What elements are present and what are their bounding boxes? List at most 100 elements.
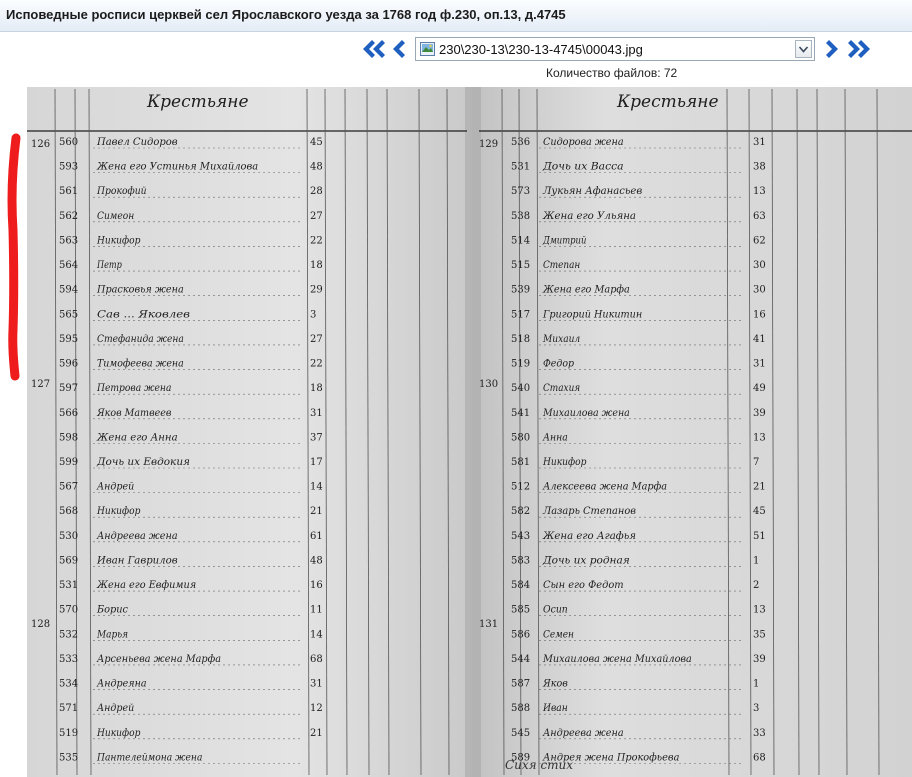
- age-entry: 12: [310, 703, 323, 714]
- age-entry: 37: [310, 432, 323, 443]
- name-entry: Андреяна: [96, 679, 147, 690]
- age-entry: 39: [753, 408, 766, 419]
- age-entry: 48: [310, 162, 323, 173]
- name-entry: Анна: [542, 432, 568, 443]
- name-entry: Прасковья жена: [96, 285, 184, 296]
- name-entry: Петрова жена: [96, 383, 171, 394]
- row-number: 596: [59, 359, 78, 370]
- row-number: 532: [59, 629, 78, 640]
- row-number: 512: [511, 482, 530, 493]
- age-entry: 27: [310, 334, 323, 345]
- name-entry: Федор: [543, 359, 575, 370]
- age-entry: 38: [753, 162, 766, 173]
- name-entry: Михаилова жена Михайлова: [542, 654, 692, 665]
- name-entry: Жена его Устинья Михайлова: [96, 162, 258, 173]
- age-entry: 68: [310, 654, 323, 665]
- row-number: 586: [511, 629, 530, 640]
- age-entry: 17: [310, 457, 323, 468]
- age-entry: 39: [753, 654, 766, 665]
- row-number: 543: [511, 531, 530, 542]
- name-entry: Стахия: [543, 383, 580, 394]
- row-number: 584: [511, 580, 530, 591]
- age-entry: 29: [310, 285, 323, 296]
- row-number: 545: [511, 728, 530, 739]
- age-entry: 2: [753, 580, 759, 591]
- name-entry: Никифор: [96, 506, 141, 517]
- age-entry: 41: [753, 334, 766, 345]
- row-number: 571: [59, 703, 78, 714]
- name-entry: Борис: [96, 605, 128, 616]
- row-number: 583: [511, 555, 530, 566]
- name-entry: Жена его Марфа: [542, 285, 630, 296]
- name-entry: Степан: [543, 260, 580, 271]
- row-number: 534: [59, 679, 78, 690]
- dropdown-toggle[interactable]: [795, 40, 812, 58]
- row-number: 597: [59, 383, 78, 394]
- row-number: 515: [511, 260, 530, 271]
- name-entry: Яков Матвеев: [96, 408, 172, 419]
- row-number: 538: [511, 211, 530, 222]
- age-entry: 11: [310, 605, 323, 616]
- name-entry: Никифор: [542, 457, 587, 468]
- previous-file-button[interactable]: [389, 36, 409, 62]
- household-number: 129: [479, 139, 498, 150]
- name-entry: Андреева жена: [542, 728, 624, 739]
- row-number: 569: [59, 555, 78, 566]
- age-entry: 48: [310, 555, 323, 566]
- age-entry: 18: [310, 383, 323, 394]
- next-file-button[interactable]: [822, 36, 842, 62]
- row-number: 564: [59, 260, 78, 271]
- age-entry: 31: [753, 359, 766, 370]
- row-number: 594: [59, 285, 78, 296]
- name-entry: Дочь их родная: [542, 555, 630, 566]
- household-number: 130: [479, 379, 498, 390]
- file-select-dropdown[interactable]: 230\230-13\230-13-4745\00043.jpg: [415, 37, 815, 61]
- age-entry: 35: [753, 629, 766, 640]
- file-count-label: Количество файлов: 72: [546, 66, 678, 80]
- age-entry: 61: [310, 531, 323, 542]
- row-number: 598: [59, 432, 78, 443]
- name-entry: Алексеева жена Марфа: [542, 482, 667, 493]
- name-entry: Никифор: [96, 235, 141, 246]
- row-number: 560: [59, 137, 78, 148]
- first-file-button[interactable]: [359, 36, 387, 62]
- age-entry: 63: [753, 211, 766, 222]
- document-image[interactable]: Крестьяне 560 Павел Сидоров 45 593 Жена его У…: [27, 87, 912, 777]
- age-entry: 14: [310, 482, 323, 493]
- household-number: 131: [479, 619, 498, 630]
- chevron-left-icon: [393, 40, 405, 58]
- row-number: 533: [59, 654, 78, 665]
- age-entry: 3: [753, 703, 759, 714]
- row-number: 565: [59, 309, 78, 320]
- image-file-icon: [420, 42, 435, 56]
- name-entry: Яков: [542, 679, 568, 690]
- row-number: 566: [59, 408, 78, 419]
- column-header: Крестьяне: [616, 92, 719, 112]
- age-entry: 68: [753, 752, 766, 763]
- row-number: 517: [511, 309, 530, 320]
- row-number: 539: [511, 285, 530, 296]
- name-entry: Семен: [543, 629, 574, 640]
- row-number: 570: [59, 605, 78, 616]
- name-entry: Арсеньева жена Марфа: [96, 654, 221, 665]
- row-number: 580: [511, 432, 530, 443]
- name-entry: Жена его Евфимия: [96, 580, 196, 591]
- name-entry: Жена его Анна: [96, 432, 178, 443]
- age-entry: 18: [310, 260, 323, 271]
- name-entry: Сидорова жена: [543, 137, 624, 148]
- row-number: 595: [59, 334, 78, 345]
- name-entry: Михаилова жена: [542, 408, 630, 419]
- row-number: 561: [59, 186, 78, 197]
- row-number: 562: [59, 211, 78, 222]
- chevron-down-icon: [798, 46, 809, 53]
- name-entry: Петр: [96, 260, 122, 271]
- name-entry: Сав ... Яковлев: [97, 309, 190, 320]
- column-header: Крестьяне: [146, 92, 249, 112]
- name-entry: Сын его Федот: [543, 580, 624, 591]
- last-file-button[interactable]: [846, 36, 874, 62]
- name-entry: Стефанида жена: [97, 334, 184, 345]
- row-number: 540: [511, 383, 530, 394]
- row-number: 568: [59, 506, 78, 517]
- age-entry: 30: [753, 260, 766, 271]
- name-entry: Никифор: [96, 728, 141, 739]
